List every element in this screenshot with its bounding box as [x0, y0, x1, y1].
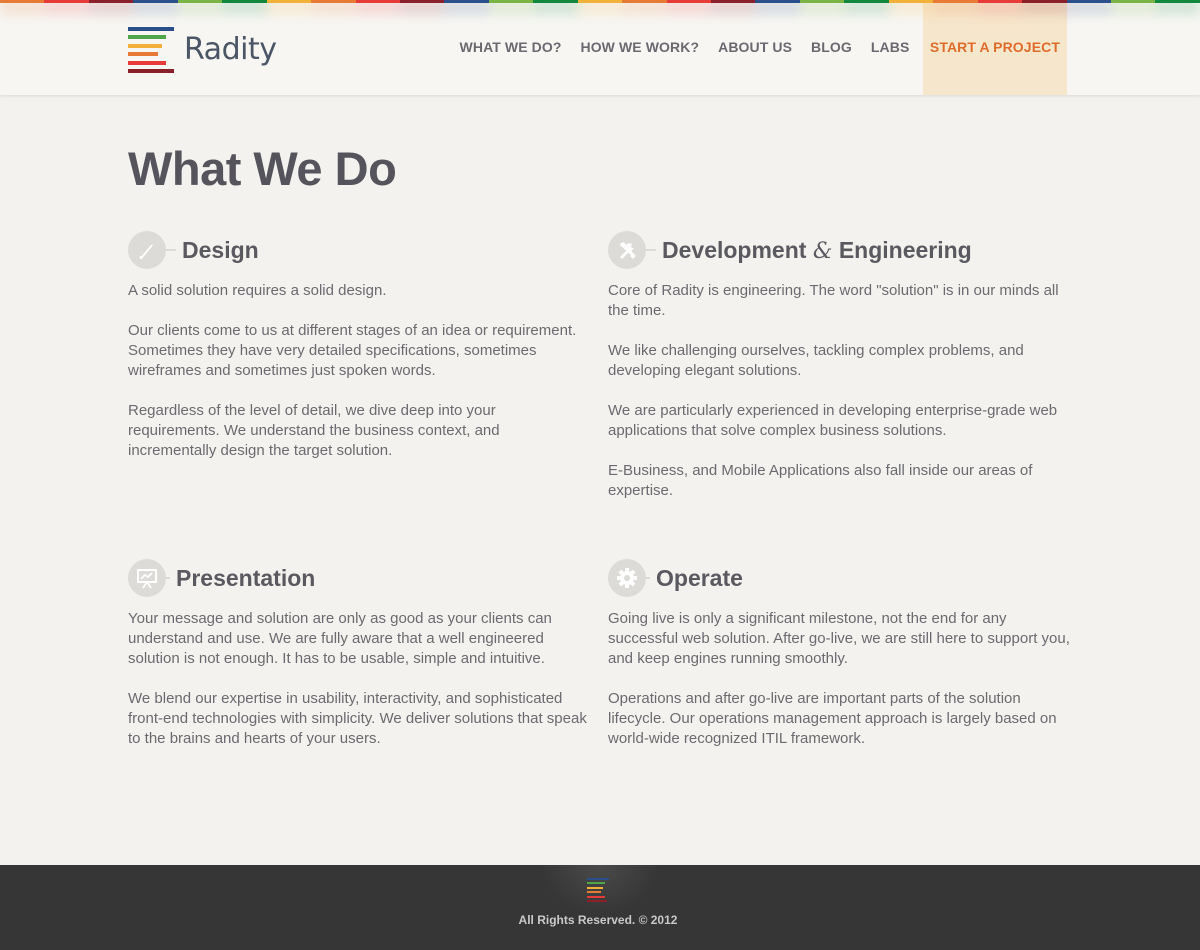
section-paragraph: Regardless of the level of detail, we di… [128, 402, 500, 459]
gear-icon [608, 559, 646, 597]
section-title: Design [182, 236, 259, 263]
stripe-segment [355, 0, 400, 3]
stripe-segment [799, 0, 845, 3]
section-title-part: Engineering [838, 236, 972, 263]
icon-connector [646, 249, 656, 251]
stripe-segment [222, 0, 267, 3]
section-paragraph: A solid solution requires a solid design… [128, 282, 387, 299]
section-design: Design A solid solution requires a solid… [128, 231, 590, 481]
stripe-segment [888, 0, 934, 3]
top-stripe-glow [0, 0, 1200, 20]
section-paragraph: Operations and after go-live are importa… [608, 690, 1057, 747]
copyright-text: All Rights Reserved. © 2012 [518, 913, 678, 927]
logo-bar [587, 895, 605, 898]
icon-connector [646, 577, 650, 579]
stripe-segment [666, 0, 711, 3]
stripe-segment [711, 0, 756, 3]
site-footer: All Rights Reserved. © 2012 [0, 865, 1200, 950]
section-operate: Operate Going live is only a significant… [608, 559, 1070, 769]
stripe-segment [88, 0, 134, 3]
logo-bar [128, 60, 166, 65]
logo-mark-icon [128, 27, 174, 73]
stripe-segment [844, 0, 889, 3]
section-paragraph: We are particularly experienced in devel… [608, 402, 1058, 439]
stripe-segment [488, 0, 534, 3]
logo-bar [587, 900, 607, 902]
section-paragraph: We like challenging ourselves, tackling … [608, 342, 1024, 379]
stripe-segment [533, 0, 578, 3]
section-title-part: Development [662, 236, 807, 263]
stripe-segment [311, 0, 356, 3]
section-title: Development & Engineering [662, 237, 972, 264]
logo-bar [587, 886, 603, 889]
logo-bar [128, 27, 174, 31]
stripe-segment [444, 0, 489, 3]
top-color-stripe [0, 0, 1200, 3]
section-paragraph: Going live is only a significant milesto… [608, 610, 1070, 667]
logo-bar [587, 891, 601, 894]
logo-bar [128, 69, 174, 73]
logo-bar [128, 43, 162, 48]
stripe-segment [266, 0, 312, 3]
stripe-segment [1110, 0, 1156, 3]
section-paragraph: Your message and solution are only as go… [128, 610, 552, 667]
section-paragraph: Our clients come to us at different stag… [128, 322, 577, 379]
stripe-segment [133, 0, 178, 3]
stripe-segment [933, 0, 978, 3]
stripe-segment [1155, 0, 1200, 3]
logo-bar [128, 52, 158, 57]
icon-connector [166, 249, 176, 251]
presentation-icon [128, 559, 166, 597]
logo-bar [587, 882, 605, 885]
logo-bar [128, 35, 166, 40]
logo-text: Radity [184, 32, 277, 67]
page-title: What We Do [128, 142, 397, 195]
icon-connector [166, 577, 170, 579]
section-header: Design [128, 231, 590, 269]
section-title: Presentation [176, 564, 316, 591]
stripe-segment [399, 0, 445, 3]
logo-bar [587, 878, 609, 880]
stripe-segment [177, 0, 223, 3]
stripe-segment [0, 0, 45, 3]
stripe-segment [1066, 0, 1111, 3]
section-header: Operate [608, 559, 1070, 597]
footer-logo-icon[interactable] [587, 878, 609, 904]
section-paragraph: We blend our expertise in usability, int… [128, 690, 587, 747]
stripe-segment [622, 0, 667, 3]
logo[interactable]: Radity [128, 27, 278, 73]
tools-icon [608, 231, 646, 269]
section-development-engineering: Development & Engineering Core of Radity… [608, 231, 1070, 521]
section-header: Presentation [128, 559, 590, 597]
stripe-segment [44, 0, 89, 3]
stripe-segment [755, 0, 800, 3]
section-paragraph: E-Business, and Mobile Applications also… [608, 462, 1033, 499]
section-title: Operate [656, 564, 743, 591]
section-header: Development & Engineering [608, 231, 1070, 269]
brush-icon [128, 231, 166, 269]
stripe-segment [977, 0, 1023, 3]
stripe-segment [577, 0, 623, 3]
section-paragraph: Core of Radity is engineering. The word … [608, 282, 1059, 319]
ampersand: & [812, 238, 833, 264]
section-presentation: Presentation Your message and solution a… [128, 559, 590, 769]
stripe-segment [1022, 0, 1067, 3]
